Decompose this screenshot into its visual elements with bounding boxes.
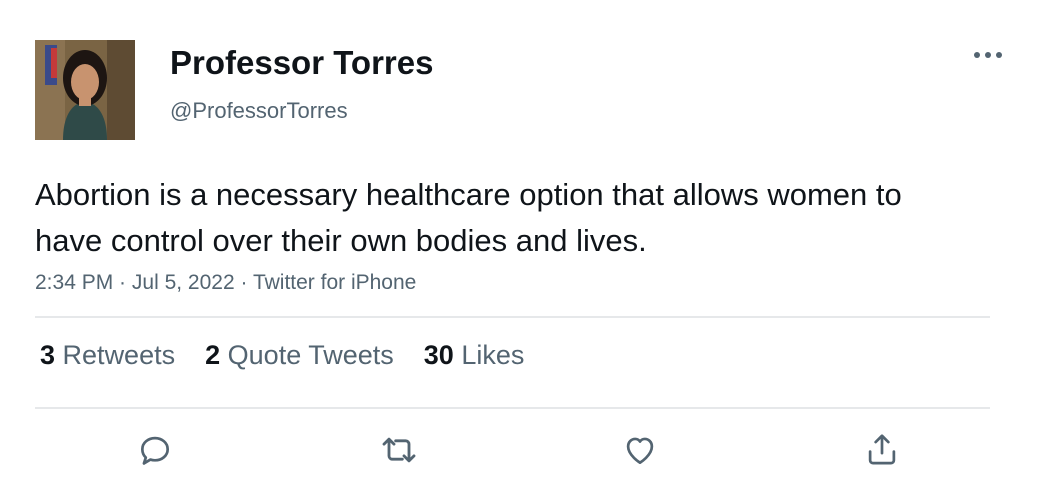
- tweet-stats: 3 Retweets 2 Quote Tweets 30 Likes: [40, 340, 524, 371]
- retweet-button[interactable]: [379, 430, 419, 470]
- divider: [35, 316, 990, 318]
- like-button[interactable]: [620, 430, 660, 470]
- more-options-button[interactable]: [966, 40, 1010, 70]
- display-name[interactable]: Professor Torres: [170, 44, 433, 82]
- user-handle[interactable]: @ProfessorTorres: [170, 98, 348, 124]
- avatar[interactable]: [35, 40, 135, 140]
- meta-separator: ·: [113, 271, 132, 294]
- heart-icon: [626, 437, 654, 465]
- quote-tweets-label: Quote Tweets: [227, 340, 394, 370]
- retweets-stat[interactable]: 3 Retweets: [40, 340, 175, 371]
- tweet-source[interactable]: Twitter for iPhone: [253, 271, 416, 294]
- reply-button[interactable]: [135, 430, 175, 470]
- tweet-date[interactable]: Jul 5, 2022: [132, 271, 235, 294]
- tweet-text: Abortion is a necessary healthcare optio…: [35, 177, 902, 258]
- share-icon: [868, 434, 896, 465]
- divider: [35, 407, 990, 409]
- avatar-photo: [35, 40, 135, 140]
- retweet-icon: [382, 437, 416, 463]
- quote-tweets-stat[interactable]: 2 Quote Tweets: [205, 340, 394, 371]
- more-horizontal-icon: [974, 52, 1002, 58]
- retweets-count: 3: [40, 340, 56, 370]
- share-button[interactable]: [862, 430, 902, 470]
- retweets-label: Retweets: [62, 340, 176, 370]
- tweet-time[interactable]: 2:34 PM: [35, 271, 113, 294]
- quote-tweets-count: 2: [205, 340, 221, 370]
- likes-count: 30: [423, 340, 454, 370]
- likes-label: Likes: [461, 340, 525, 370]
- reply-icon: [140, 436, 170, 465]
- likes-stat[interactable]: 30 Likes: [424, 340, 525, 371]
- meta-separator: ·: [234, 271, 253, 294]
- tweet-meta: 2:34 PM · Jul 5, 2022 · Twitter for iPho…: [35, 271, 416, 295]
